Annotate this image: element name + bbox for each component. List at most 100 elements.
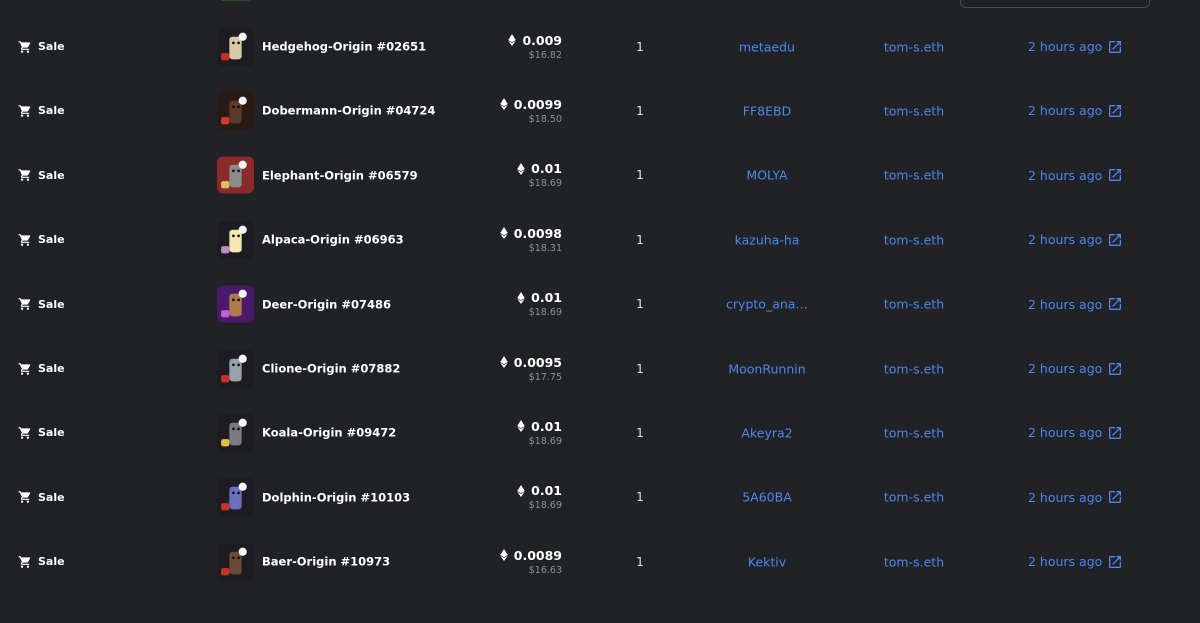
price-eth: 0.009 [522,32,562,48]
to-address-link[interactable]: tom-s.eth [860,232,968,247]
item-name-link[interactable]: Clione-Origin #07882 [262,362,400,376]
nft-thumbnail[interactable] [217,478,254,516]
nft-thumbnail[interactable] [217,156,254,194]
time-link[interactable]: 2 hours ago [1028,232,1123,248]
external-link-icon[interactable] [1107,232,1123,248]
item-cell[interactable]: Elephant-Origin #06579 [217,156,418,194]
table-row[interactable]: Sale Koala-Origin #09472 0.01 $18.69 1 A… [0,401,1200,465]
to-address-link[interactable]: tom-s.eth [860,361,968,376]
time-link[interactable]: 2 hours ago [1028,425,1123,441]
item-name-link[interactable]: Elephant-Origin #06579 [262,168,418,182]
table-row[interactable]: Sale Elephant-Origin #06579 0.01 $18.69 … [0,143,1200,207]
item-cell[interactable]: Dolphin-Origin #10103 [217,478,410,516]
cart-icon [18,555,31,568]
item-cell[interactable]: Koala-Origin #09472 [217,414,396,452]
nft-thumbnail[interactable] [217,350,254,388]
to-address-link[interactable]: tom-s.eth [860,297,968,312]
ethereum-icon [500,356,508,369]
time-text[interactable]: 2 hours ago [1028,361,1102,376]
table-row[interactable]: Sale Dobermann-Origin #04724 0.0099 $18.… [0,79,1200,143]
time-text[interactable]: 2 hours ago [1028,39,1102,54]
from-address-link[interactable]: metaedu [700,39,834,54]
external-link-icon[interactable] [1107,167,1123,183]
time-text[interactable]: 2 hours ago [1028,554,1102,569]
time-link[interactable]: 2 hours ago [1028,103,1123,119]
from-address-link[interactable]: 5A60BA [700,490,834,505]
time-text[interactable]: 2 hours ago [1028,232,1102,247]
price-usd: $16.63 [528,564,562,576]
price-usd: $18.69 [528,500,562,512]
from-address-link[interactable]: MoonRunnin [700,361,834,376]
item-name-link[interactable]: Dobermann-Origin #04724 [262,104,435,118]
time-text[interactable]: 2 hours ago [1028,490,1102,505]
item-cell[interactable]: Crocodile-Origin #02782 [217,0,421,1]
to-address-link[interactable]: tom-s.eth [860,103,968,118]
external-link-icon[interactable] [1107,425,1123,441]
nft-thumbnail[interactable] [217,543,254,581]
item-name-link[interactable]: Alpaca-Origin #06963 [262,233,404,247]
time-link[interactable]: 2 hours ago [1028,489,1123,505]
time-link[interactable]: 2 hours ago [1028,361,1123,377]
table-row[interactable]: Sale Hedgehog-Origin #02651 0.009 $16.82… [0,14,1200,78]
item-cell[interactable]: Dobermann-Origin #04724 [217,92,435,130]
from-address-link[interactable]: Akeyra2 [700,425,834,440]
item-cell[interactable]: Deer-Origin #07486 [217,285,391,323]
event-label: Sale [38,40,65,54]
from-address-link[interactable]: Kektiv [700,554,834,569]
table-row[interactable]: Sale Deer-Origin #07486 0.01 $18.69 1 cr… [0,272,1200,336]
quantity: 1 [636,297,644,312]
external-link-icon[interactable] [1107,103,1123,119]
price-cell: 0.01 $18.69 [517,419,562,447]
time-link[interactable]: 2 hours ago [1028,296,1123,312]
from-address-link[interactable]: MOLYA [700,168,834,183]
external-link-icon[interactable] [1107,296,1123,312]
to-address-link[interactable]: tom-s.eth [860,39,968,54]
item-name-link[interactable]: Dolphin-Origin #10103 [262,490,410,504]
item-cell[interactable]: Alpaca-Origin #06963 [217,221,404,259]
item-name-link[interactable]: Deer-Origin #07486 [262,297,391,311]
external-link-icon[interactable] [1107,489,1123,505]
to-address-link[interactable]: tom-s.eth [860,490,968,505]
price-cell: 0.01 $18.69 [517,161,562,189]
time-link[interactable]: 2 hours ago [1028,554,1123,570]
to-address-link[interactable]: tom-s.eth [860,554,968,569]
table-row[interactable]: Sale Clione-Origin #07882 0.0095 $17.75 … [0,336,1200,400]
item-name-link[interactable]: Koala-Origin #09472 [262,426,396,440]
to-address-link[interactable]: tom-s.eth [860,425,968,440]
time-text[interactable]: 2 hours ago [1028,168,1102,183]
event-cell: Sale [18,168,65,182]
cart-icon [18,169,31,182]
item-cell[interactable]: Hedgehog-Origin #02651 [217,28,426,66]
from-address-link[interactable]: crypto_ana… [700,297,834,312]
nft-thumbnail[interactable] [217,28,254,66]
price-cell: 0.0095 $17.75 [500,355,562,383]
time-text[interactable]: 2 hours ago [1028,425,1102,440]
dropdown-panel[interactable] [960,0,1150,8]
nft-thumbnail[interactable] [217,285,254,323]
item-cell[interactable]: Baer-Origin #10973 [217,543,390,581]
external-link-icon[interactable] [1107,554,1123,570]
quantity: 1 [636,554,644,569]
price-eth: 0.01 [531,418,562,434]
item-name-link[interactable]: Hedgehog-Origin #02651 [262,40,426,54]
price-eth: 0.0099 [513,96,562,112]
nft-thumbnail[interactable] [217,221,254,259]
time-text[interactable]: 2 hours ago [1028,103,1102,118]
from-address-link[interactable]: FF8EBD [700,103,834,118]
table-row[interactable]: Sale Baer-Origin #10973 0.0089 $16.63 1 … [0,530,1200,594]
table-row[interactable]: Sale Dolphin-Origin #10103 0.01 $18.69 1… [0,465,1200,529]
table-row[interactable]: Sale Alpaca-Origin #06963 0.0098 $18.31 … [0,208,1200,272]
nft-thumbnail[interactable] [217,92,254,130]
external-link-icon[interactable] [1107,39,1123,55]
item-name-link[interactable]: Baer-Origin #10973 [262,555,390,569]
item-cell[interactable]: Clione-Origin #07882 [217,350,400,388]
from-address-link[interactable]: kazuha-ha [700,232,834,247]
time-text[interactable]: 2 hours ago [1028,297,1102,312]
nft-thumbnail[interactable] [217,0,254,1]
time-link[interactable]: 2 hours ago [1028,167,1123,183]
time-link[interactable]: 2 hours ago [1028,39,1123,55]
to-address-link[interactable]: tom-s.eth [860,168,968,183]
external-link-icon[interactable] [1107,361,1123,377]
cart-icon [18,427,31,439]
nft-thumbnail[interactable] [217,414,254,452]
